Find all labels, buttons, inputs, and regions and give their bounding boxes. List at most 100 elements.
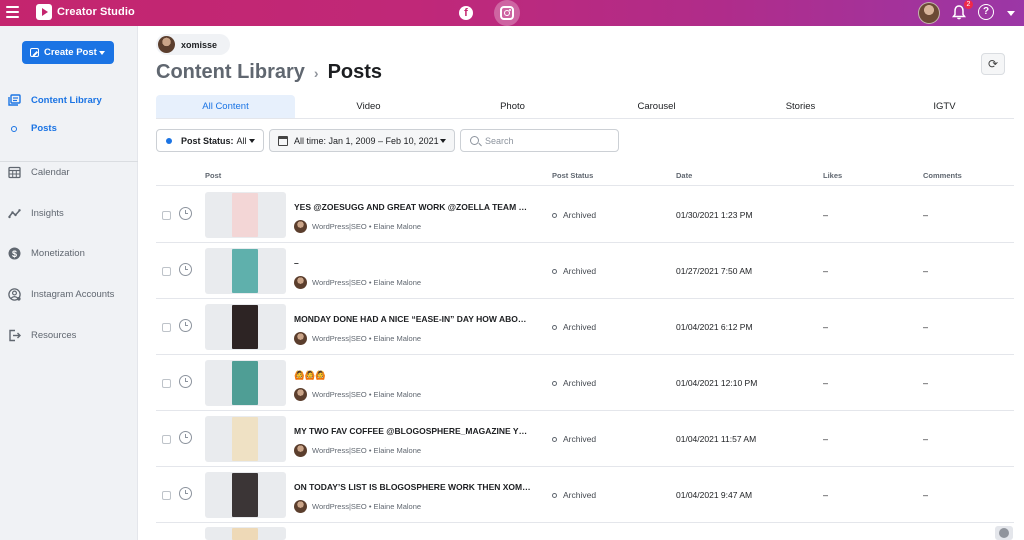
post-meta: WordPress|SEO • Elaine Malone <box>294 276 421 289</box>
status-badge: Archived <box>552 490 596 500</box>
sidebar: Create Post Content Library Posts Calend… <box>0 26 138 540</box>
post-meta-text: WordPress|SEO • Elaine Malone <box>312 334 422 343</box>
status-dot-icon <box>552 212 557 218</box>
column-header-comments[interactable]: Comments <box>923 171 962 180</box>
search-box[interactable] <box>460 129 619 152</box>
search-input[interactable] <box>485 135 605 146</box>
table-row[interactable] <box>156 523 1014 540</box>
avatar <box>294 332 307 345</box>
post-thumbnail[interactable] <box>205 304 286 350</box>
table-row[interactable]: 🙆🙆🙆 WordPress|SEO • Elaine Malone Archived… <box>156 355 1014 411</box>
column-header-date[interactable]: Date <box>676 171 692 180</box>
help-icon[interactable]: ? <box>978 4 994 20</box>
menu-icon[interactable] <box>6 6 19 18</box>
table-row[interactable]: – WordPress|SEO • Elaine Malone Archived 01… <box>156 243 1014 299</box>
post-meta-text: WordPress|SEO • Elaine Malone <box>312 222 422 231</box>
post-status-filter[interactable]: Post Status: All <box>156 129 264 152</box>
avatar <box>294 444 307 457</box>
content-library-icon <box>8 93 21 106</box>
creator-studio-logo-icon <box>36 4 52 20</box>
clock-icon <box>179 431 192 444</box>
status-text: Archived <box>563 434 597 444</box>
column-header-likes[interactable]: Likes <box>823 171 842 180</box>
bell-icon[interactable] <box>952 5 966 20</box>
row-checkbox[interactable] <box>162 211 171 220</box>
clock-icon <box>179 263 192 276</box>
row-checkbox[interactable] <box>162 323 171 332</box>
instagram-tab[interactable] <box>494 0 520 26</box>
post-comments: – <box>923 210 929 220</box>
post-status-value: All <box>236 135 247 146</box>
avatar <box>158 36 175 53</box>
sidebar-item-monetization[interactable]: $ Monetization <box>0 242 138 264</box>
user-avatar[interactable] <box>918 2 940 24</box>
post-title[interactable]: – <box>294 258 532 268</box>
post-meta: WordPress|SEO • Elaine Malone <box>294 444 421 457</box>
clock-icon <box>179 319 192 332</box>
sidebar-item-insights[interactable]: Insights <box>0 202 138 224</box>
table-row[interactable]: MY TWO FAV COFFEE @BLOGOSPHERE_MAGAZINE … <box>156 411 1014 467</box>
tab-photo[interactable]: Photo <box>443 95 582 118</box>
post-thumbnail[interactable] <box>205 248 286 294</box>
calendar-icon <box>8 166 21 178</box>
post-thumbnail[interactable] <box>205 192 286 238</box>
post-meta-text: WordPress|SEO • Elaine Malone <box>312 278 422 287</box>
tab-carousel[interactable]: Carousel <box>587 95 726 118</box>
table-row[interactable]: MONDAY DONE HAD A NICE “EASE-IN” DAY HOW… <box>156 299 1014 355</box>
row-checkbox[interactable] <box>162 435 171 444</box>
column-header-post-status[interactable]: Post Status <box>552 171 593 180</box>
table-row[interactable]: YES @ZOESUGG AND GREAT WORK @ZOELLA TEAM… <box>156 187 1014 243</box>
app-title: Creator Studio <box>57 6 135 18</box>
tab-video[interactable]: Video <box>299 95 438 118</box>
date-range-filter[interactable]: All time: Jan 1, 2009 – Feb 10, 2021 <box>269 129 455 152</box>
row-checkbox[interactable] <box>162 379 171 388</box>
globe-icon[interactable] <box>995 526 1013 540</box>
post-thumbnail[interactable] <box>205 472 286 518</box>
status-text: Archived <box>563 266 597 276</box>
create-post-button[interactable]: Create Post <box>22 41 114 64</box>
sidebar-item-calendar[interactable]: Calendar <box>0 161 138 183</box>
facebook-icon[interactable]: f <box>459 6 473 20</box>
post-likes: – <box>823 266 829 276</box>
page-title: Posts <box>327 61 383 83</box>
post-title[interactable]: 🙆🙆🙆 <box>294 370 532 381</box>
sidebar-item-label: Instagram Accounts <box>31 288 115 300</box>
sidebar-item-label: Content Library <box>31 94 102 106</box>
thumbnail-image <box>232 249 258 293</box>
breadcrumb-root[interactable]: Content Library <box>156 61 305 84</box>
sidebar-item-posts[interactable]: Posts <box>0 120 138 138</box>
post-title[interactable]: MONDAY DONE HAD A NICE “EASE-IN” DAY HOW… <box>294 314 532 324</box>
notification-badge: 2 <box>964 0 973 9</box>
post-title[interactable]: MY TWO FAV COFFEE @BLOGOSPHERE_MAGAZINE … <box>294 426 532 436</box>
tab-igtv[interactable]: IGTV <box>875 95 1014 118</box>
account-switcher[interactable]: xomisse <box>156 34 231 55</box>
status-dot-icon <box>166 137 172 144</box>
refresh-button[interactable]: ⟳ <box>981 53 1005 75</box>
post-meta-text: WordPress|SEO • Elaine Malone <box>312 390 422 399</box>
post-date: 01/30/2021 1:23 PM <box>676 210 753 220</box>
post-meta: WordPress|SEO • Elaine Malone <box>294 388 421 401</box>
thumbnail-image <box>232 305 258 349</box>
refresh-icon: ⟳ <box>987 57 999 71</box>
post-date: 01/04/2021 12:10 PM <box>676 378 758 388</box>
table-row[interactable]: ON TODAY’S LIST IS BLOGOSPHERE WORK THEN… <box>156 467 1014 523</box>
sidebar-item-resources[interactable]: Resources <box>0 324 138 346</box>
sidebar-item-label: Insights <box>31 207 64 219</box>
tab-all-content[interactable]: All Content <box>156 95 295 118</box>
post-status-prefix: Post Status: <box>181 135 234 146</box>
sidebar-item-instagram-accounts[interactable]: Instagram Accounts <box>0 283 138 305</box>
sidebar-item-content-library[interactable]: Content Library <box>0 89 138 111</box>
table-header: Post Post Status Date Likes Comments <box>156 166 1014 186</box>
row-checkbox[interactable] <box>162 491 171 500</box>
post-title[interactable]: YES @ZOESUGG AND GREAT WORK @ZOELLA TEAM… <box>294 202 532 212</box>
post-thumbnail[interactable] <box>205 416 286 462</box>
tab-stories[interactable]: Stories <box>731 95 870 118</box>
thumbnail-image <box>232 417 258 461</box>
breadcrumb-separator-icon: › <box>313 64 319 81</box>
post-likes: – <box>823 434 829 444</box>
account-menu-caret-icon[interactable] <box>1007 11 1015 16</box>
thumbnail-image <box>232 528 258 540</box>
row-checkbox[interactable] <box>162 267 171 276</box>
post-thumbnail[interactable] <box>205 360 286 406</box>
post-title[interactable]: ON TODAY’S LIST IS BLOGOSPHERE WORK THEN… <box>294 482 532 492</box>
